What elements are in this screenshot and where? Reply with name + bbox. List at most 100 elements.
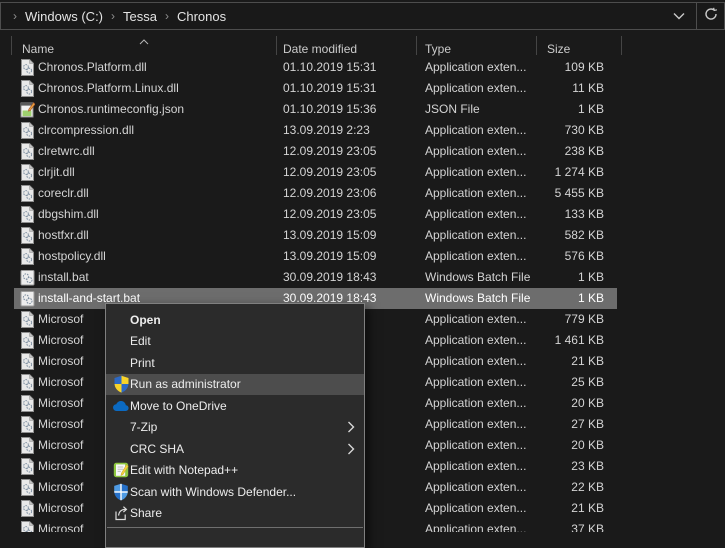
column-divider[interactable]: [536, 36, 537, 55]
file-name: Microsof: [38, 372, 83, 393]
menu-item-label: Run as administrator: [130, 377, 241, 391]
file-name: Microsof: [38, 498, 83, 519]
menu-item-move-to-onedrive[interactable]: Move to OneDrive: [106, 395, 364, 417]
dll-file-icon: [20, 332, 35, 349]
file-date-modified: 12.09.2019 23:05: [283, 141, 376, 162]
file-row[interactable]: clrjit.dll12.09.2019 23:05Application ex…: [0, 162, 725, 183]
breadcrumb: ›Windows (C:)›Tessa›Chronos: [1, 9, 226, 24]
file-date-modified: 01.10.2019 15:31: [283, 78, 376, 99]
column-divider[interactable]: [276, 36, 277, 55]
refresh-button[interactable]: [697, 3, 724, 29]
file-name: Chronos.Platform.dll: [38, 57, 147, 78]
file-size: 21 KB: [571, 351, 604, 372]
file-row[interactable]: Chronos.Platform.Linux.dll 01.10.2019 15:…: [0, 78, 725, 99]
file-name: clrjit.dll: [38, 162, 75, 183]
file-date-modified: 13.09.2019 15:09: [283, 225, 376, 246]
file-row[interactable]: Chronos.Platform.dll01.10.2019 15:31Appl…: [0, 57, 725, 78]
file-name: Microsof: [38, 309, 83, 330]
json-file-icon: [20, 101, 35, 118]
file-date-modified: 13.09.2019 15:09: [283, 246, 376, 267]
file-type: Application exten...: [425, 309, 543, 330]
file-name: Microsof: [38, 393, 83, 414]
file-row[interactable]: hostpolicy.dll 13.09.2019 15:09 Applicatio…: [0, 246, 725, 267]
column-header-date-modified[interactable]: Date modified: [283, 42, 357, 56]
dll-file-icon: [20, 59, 35, 76]
file-type: Windows Batch File: [425, 288, 543, 309]
file-name: hostfxr.dll: [38, 225, 89, 246]
file-name: Microsof: [38, 414, 83, 435]
column-header-size[interactable]: Size: [547, 42, 570, 56]
menu-item-label: Print: [130, 356, 155, 370]
file-date-modified: 12.09.2019 23:06: [283, 183, 376, 204]
dll-file-icon: [20, 500, 35, 517]
file-date-modified: 12.09.2019 23:05: [283, 204, 376, 225]
file-type: Application exten...: [425, 183, 543, 204]
file-date-modified: 01.10.2019 15:36: [283, 99, 376, 120]
file-type: Application exten...: [425, 456, 543, 477]
file-type: Application exten...: [425, 246, 543, 267]
file-row[interactable]: coreclr.dll 12.09.2019 23:06 Application e…: [0, 183, 725, 204]
menu-item-crc-sha[interactable]: CRC SHA: [106, 438, 364, 460]
file-name: coreclr.dll: [38, 183, 89, 204]
file-type: Application exten...: [425, 393, 543, 414]
file-name: Chronos.Platform.Linux.dll: [38, 78, 179, 99]
file-name: hostpolicy.dll: [38, 246, 106, 267]
file-size: 1 KB: [578, 267, 604, 288]
menu-separator: [107, 527, 363, 528]
file-size: 582 KB: [565, 225, 604, 246]
menu-item-edit[interactable]: Edit: [106, 331, 364, 353]
file-name: Chronos.runtimeconfig.json: [38, 99, 184, 120]
file-name: clretwrc.dll: [38, 141, 95, 162]
file-row[interactable]: dbgshim.dll12.09.2019 23:05Application e…: [0, 204, 725, 225]
breadcrumb-chevron-icon: ›: [103, 9, 123, 23]
column-divider[interactable]: [11, 36, 12, 55]
breadcrumb-item[interactable]: Chronos: [177, 9, 226, 24]
column-header-name[interactable]: Name: [22, 42, 54, 56]
menu-item-scan-with-windows-defender[interactable]: Scan with Windows Defender...: [106, 481, 364, 503]
file-size: 37 KB: [571, 519, 604, 532]
file-row[interactable]: clretwrc.dll 12.09.2019 23:05 Application …: [0, 141, 725, 162]
file-row[interactable]: Chronos.runtimeconfig.json 01.10.2019 15:…: [0, 99, 725, 120]
submenu-chevron-icon: [347, 421, 355, 433]
menu-item-open[interactable]: Open: [106, 309, 364, 331]
file-type: Application exten...: [425, 120, 543, 141]
menu-item-label: Move to OneDrive: [130, 399, 227, 413]
menu-item-print[interactable]: Print: [106, 352, 364, 374]
file-row[interactable]: clrcompression.dll13.09.2019 2:23Applica…: [0, 120, 725, 141]
column-header-type[interactable]: Type: [425, 42, 451, 56]
file-type: Application exten...: [425, 141, 543, 162]
address-dropdown-button[interactable]: [662, 3, 696, 29]
menu-item-edit-with-notepad[interactable]: Edit with Notepad++: [106, 460, 364, 482]
file-type: Application exten...: [425, 498, 543, 519]
file-date-modified: 13.09.2019 2:23: [283, 120, 370, 141]
file-row[interactable]: install.bat30.09.2019 18:43Windows Batch…: [0, 267, 725, 288]
explorer-window: { "address_bar": { "chevron": "›", "brea…: [0, 0, 725, 532]
dll-file-icon: [20, 374, 35, 391]
breadcrumb-item[interactable]: Tessa: [123, 9, 157, 24]
file-name: Microsof: [38, 435, 83, 456]
dll-file-icon: [20, 416, 35, 433]
breadcrumb-item[interactable]: Windows (C:): [25, 9, 103, 24]
file-type: Windows Batch File: [425, 267, 543, 288]
chevron-down-icon: [673, 7, 685, 25]
column-divider[interactable]: [416, 36, 417, 55]
menu-item-7-zip[interactable]: 7-Zip: [106, 417, 364, 439]
file-size: 1 KB: [578, 288, 604, 309]
dll-file-icon: [20, 437, 35, 454]
dll-file-icon: [20, 395, 35, 412]
file-size: 1 274 KB: [555, 162, 604, 183]
file-size: 27 KB: [571, 414, 604, 435]
file-size: 11 KB: [572, 78, 604, 99]
file-size: 1 461 KB: [555, 330, 604, 351]
sort-ascending-icon: [139, 34, 149, 48]
column-divider[interactable]: [621, 36, 622, 55]
file-type: Application exten...: [425, 435, 543, 456]
file-size: 23 KB: [571, 456, 604, 477]
file-type: Application exten...: [425, 57, 543, 78]
address-bar[interactable]: ›Windows (C:)›Tessa›Chronos: [0, 2, 725, 30]
dll-file-icon: [20, 248, 35, 265]
file-size: 238 KB: [565, 141, 604, 162]
menu-item-run-as-administrator[interactable]: Run as administrator: [106, 374, 364, 396]
file-row[interactable]: hostfxr.dll13.09.2019 15:09Application e…: [0, 225, 725, 246]
menu-item-share[interactable]: Share: [106, 503, 364, 525]
